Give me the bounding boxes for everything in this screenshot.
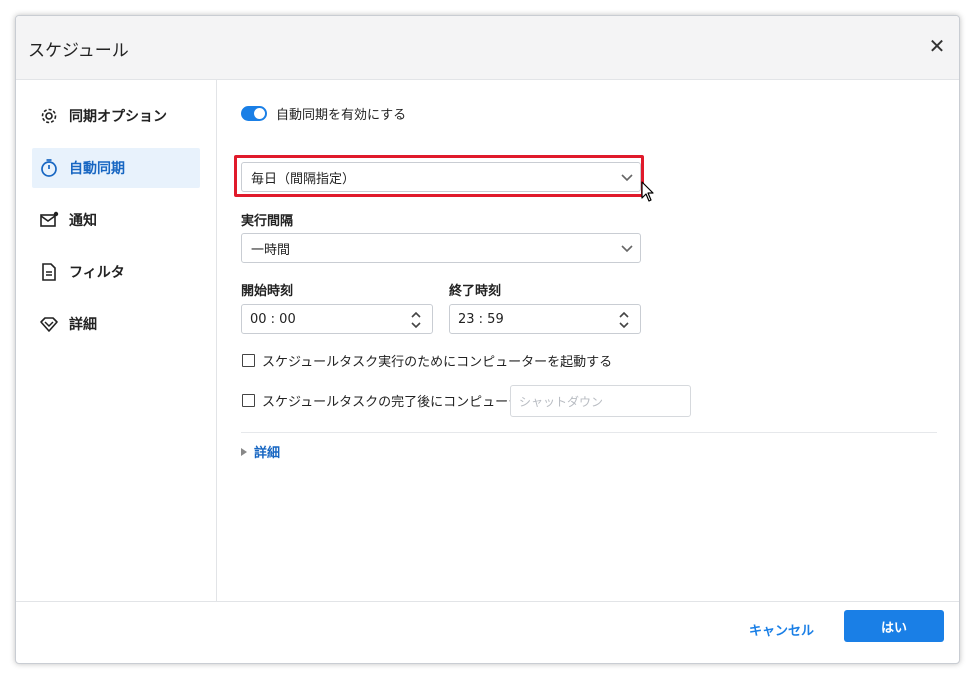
start-time-value: 00 : 00 [250,311,296,327]
chevron-down-icon [621,245,633,253]
wake-computer-checkbox[interactable] [242,354,255,367]
after-complete-option: スケジュールタスクの完了後にコンピューターを [242,391,547,410]
dialog-title: スケジュール [28,41,129,61]
footer: キャンセル はい [16,601,959,663]
interval-label: 実行間隔 [241,214,294,229]
sidebar-item-label: 自動同期 [69,161,125,177]
schedule-type-value: 毎日（間隔指定） [251,171,356,187]
sidebar-item-label: 通知 [69,213,97,229]
sidebar: 同期オプション 自動同期 通知 フィルタ 詳細 [16,80,217,601]
triangle-right-icon [241,447,247,456]
sidebar-item-label: フィルタ [69,265,125,281]
start-time-label: 開始時刻 [241,284,294,299]
end-time-label: 終了時刻 [449,284,502,299]
spinner-arrows-icon[interactable] [618,309,630,331]
wake-computer-option: スケジュールタスク実行のためにコンピューターを起動する [242,351,612,370]
sidebar-item-filter[interactable]: フィルタ [32,252,200,292]
spinner-arrows-icon[interactable] [410,309,422,331]
timer-icon [38,157,60,179]
divider [241,432,937,433]
schedule-dialog: スケジュール ✕ 同期オプション 自動同期 通知 フィルタ 詳細 自動同期を有効… [15,15,960,664]
after-complete-label: スケジュールタスクの完了後にコンピューターを [262,395,548,410]
sidebar-item-label: 詳細 [69,317,97,333]
cancel-button[interactable]: キャンセル [749,616,814,648]
schedule-type-select[interactable]: 毎日（間隔指定） [241,162,641,192]
close-button[interactable]: ✕ [925,32,949,60]
diamond-icon [38,313,60,335]
auto-sync-toggle[interactable] [241,106,267,121]
interval-value: 一時間 [251,242,291,258]
sidebar-item-notification[interactable]: 通知 [32,200,200,240]
end-time-input[interactable]: 23 : 59 [449,304,641,334]
interval-select[interactable]: 一時間 [241,233,641,263]
ok-button[interactable]: はい [844,610,944,642]
mouse-cursor-icon [641,181,654,202]
sidebar-item-auto-sync[interactable]: 自動同期 [32,148,200,188]
after-complete-checkbox[interactable] [242,394,255,407]
sidebar-item-details[interactable]: 詳細 [32,304,200,344]
wake-computer-label: スケジュールタスク実行のためにコンピューターを起動する [262,355,613,370]
mail-icon [38,209,60,231]
content-panel: 自動同期を有効にする 毎日（間隔指定） 実行間隔 一時間 開始時刻 00 : 0… [217,80,959,601]
details-expander[interactable]: 詳細 [241,442,280,461]
details-label: 詳細 [254,446,281,461]
sidebar-item-label: 同期オプション [69,109,167,125]
after-action-input[interactable]: シャットダウン [510,385,691,417]
title-bar: スケジュール ✕ [16,16,959,80]
sidebar-item-sync-options[interactable]: 同期オプション [32,96,200,136]
auto-sync-toggle-row: 自動同期を有効にする [241,104,406,123]
gear-icon [38,105,60,127]
close-icon: ✕ [928,34,946,58]
end-time-value: 23 : 59 [458,311,504,327]
start-time-input[interactable]: 00 : 00 [241,304,433,334]
document-icon [38,261,60,283]
after-action-placeholder: シャットダウン [519,394,604,409]
auto-sync-toggle-label: 自動同期を有効にする [276,108,407,123]
chevron-down-icon [621,174,633,182]
